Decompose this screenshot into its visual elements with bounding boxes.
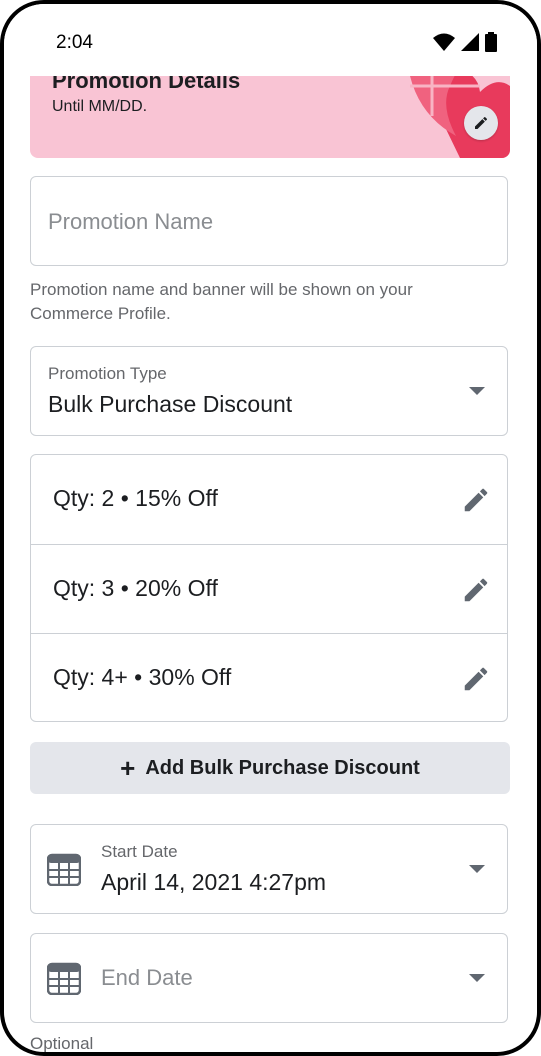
scroll-content[interactable]: Promotion Details Until MM/DD. Promotion… [4,76,537,1053]
end-date-placeholder: End Date [101,965,193,990]
promotion-banner: Promotion Details Until MM/DD. [30,76,510,158]
promotion-name-input[interactable]: Promotion Name [30,176,508,266]
dropdown-caret-icon [469,865,485,873]
promotion-name-placeholder: Promotion Name [48,209,214,234]
status-icons [433,32,497,52]
phone-frame: 2:04 Promotion Details Until MM/DD. Prom… [0,0,541,1056]
status-bar: 2:04 [4,4,537,76]
discount-text: Qty: 3 • 20% Off [53,575,218,601]
end-date-hint: Optional [30,1034,94,1053]
start-date-label: Start Date [101,842,178,861]
pencil-icon[interactable] [461,575,491,605]
pencil-icon[interactable] [461,664,491,694]
status-time: 2:04 [56,32,93,53]
helper-text: Promotion name and banner will be shown … [30,280,413,323]
discount-list: Qty: 2 • 15% Off Qty: 3 • 20% Off Qty: 4… [30,454,508,722]
dropdown-caret-icon [469,387,485,395]
discount-row[interactable]: Qty: 3 • 20% Off [31,544,507,634]
banner-title: Promotion Details [52,76,241,93]
start-date-value: April 14, 2021 4:27pm [101,869,327,895]
start-date-picker[interactable]: Start Date April 14, 2021 4:27pm [30,824,508,914]
end-date-picker[interactable]: End Date [30,933,508,1023]
edit-banner-button[interactable] [464,106,498,140]
plus-icon: + [120,753,136,783]
banner-subtitle: Until MM/DD. [52,98,148,115]
promotion-type-label: Promotion Type [48,364,167,383]
discount-row[interactable]: Qty: 2 • 15% Off [31,455,507,544]
promotion-type-select[interactable]: Promotion Type Bulk Purchase Discount [30,346,508,436]
add-bulk-discount-label: Add Bulk Purchase Discount [145,756,420,779]
calendar-icon [47,853,81,886]
dropdown-caret-icon [469,974,485,982]
discount-row[interactable]: Qty: 4+ • 30% Off [31,633,507,723]
pencil-icon [475,116,488,129]
discount-text: Qty: 4+ • 30% Off [53,664,232,690]
battery-icon [485,32,497,52]
signal-icon [461,33,479,51]
wifi-icon [433,33,455,51]
pencil-icon[interactable] [461,485,491,515]
add-bulk-discount-button[interactable]: + Add Bulk Purchase Discount [30,742,510,794]
calendar-icon [47,962,81,995]
discount-text: Qty: 2 • 15% Off [53,485,218,511]
promotion-type-value: Bulk Purchase Discount [48,391,293,417]
